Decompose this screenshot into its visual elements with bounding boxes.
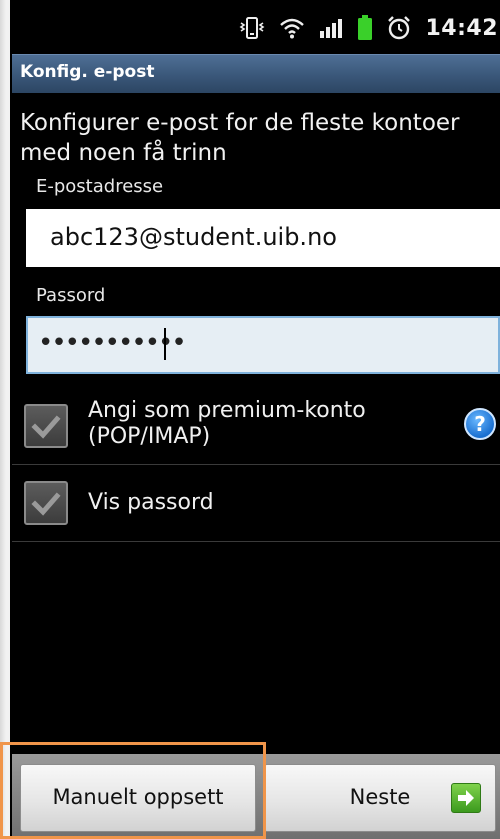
checkmark-icon: [31, 492, 61, 516]
vibrate-icon: [239, 15, 265, 41]
premium-account-row[interactable]: Angi som premium-konto (POP/IMAP) ?: [12, 388, 500, 465]
password-value: •••••••••••: [38, 328, 187, 358]
manual-setup-button[interactable]: Manuelt oppsett: [20, 764, 256, 832]
screen-title: Konfig. e-post: [20, 62, 155, 82]
premium-account-label: Angi som premium-konto (POP/IMAP): [88, 398, 366, 450]
device-frame: 14:42 Konfig. e-post Konfigurer e-post f…: [0, 0, 500, 839]
bottom-button-bar: Manuelt oppsett Neste: [12, 754, 500, 839]
help-icon[interactable]: ?: [464, 408, 496, 440]
status-bar: 14:42: [12, 0, 500, 54]
manual-setup-label: Manuelt oppsett: [52, 785, 224, 809]
title-bar: Konfig. e-post: [12, 54, 500, 93]
alarm-icon: [387, 15, 411, 41]
premium-account-label-line2: (POP/IMAP): [88, 424, 211, 449]
email-label: E-postadresse: [36, 176, 164, 197]
intro-text: Konfigurer e-post for de fleste kontoer …: [20, 110, 460, 166]
checkmark-icon: [31, 415, 61, 439]
password-label: Passord: [36, 285, 106, 306]
premium-account-label-line1: Angi som premium-konto: [88, 398, 366, 423]
next-button[interactable]: Neste: [264, 764, 496, 832]
wifi-icon: [279, 17, 305, 39]
battery-icon: [357, 15, 373, 41]
text-caret: [164, 328, 166, 360]
email-field[interactable]: abc123@student.uib.no: [26, 209, 500, 267]
premium-account-checkbox[interactable]: [24, 404, 68, 448]
status-icons: 14:42: [239, 14, 498, 42]
show-password-checkbox[interactable]: [24, 481, 68, 525]
password-field[interactable]: •••••••••••: [26, 316, 500, 374]
status-clock: 14:42: [425, 15, 498, 41]
email-value: abc123@student.uib.no: [50, 223, 337, 251]
signal-icon: [319, 17, 343, 39]
phone-screen: 14:42 Konfig. e-post Konfigurer e-post f…: [12, 0, 500, 839]
show-password-label: Vis passord: [88, 490, 214, 515]
show-password-row[interactable]: Vis passord: [12, 465, 500, 542]
arrow-right-icon: [451, 783, 481, 813]
